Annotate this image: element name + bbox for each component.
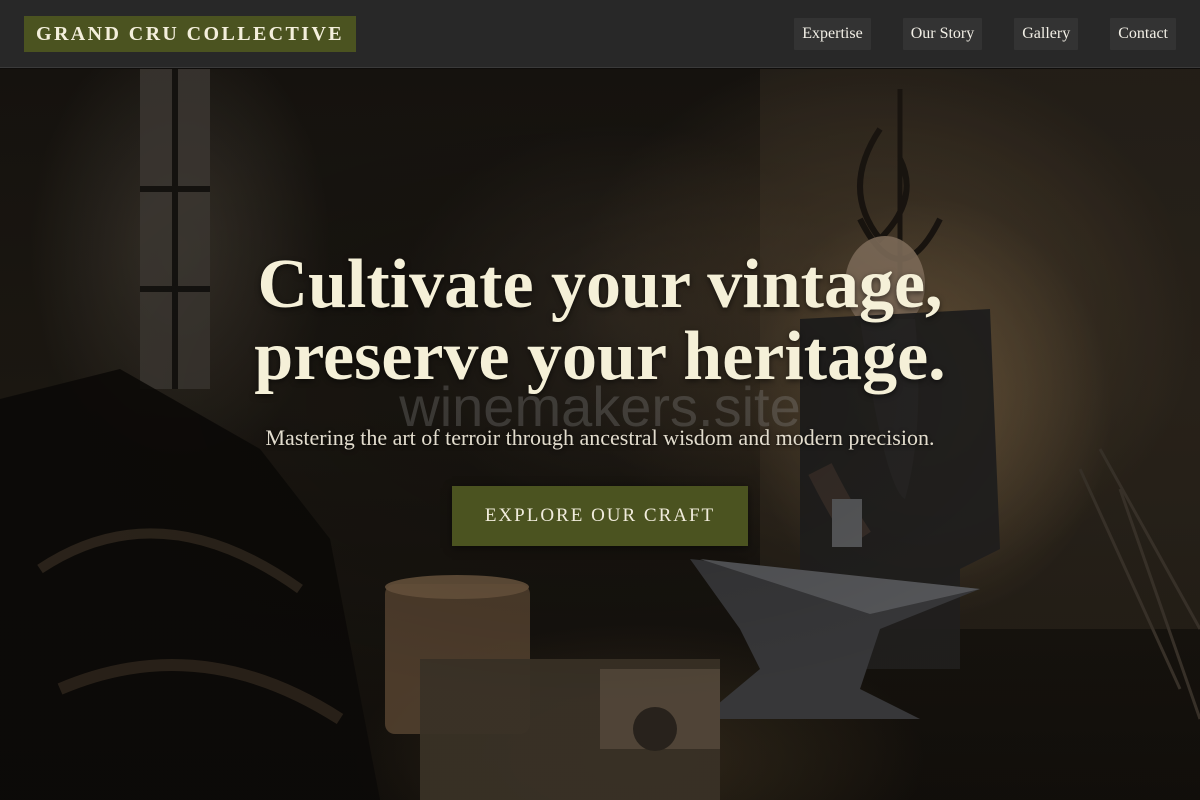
hero-subtitle: Mastering the art of terroir through anc…	[265, 425, 935, 450]
nav-link-expertise[interactable]: Expertise	[794, 18, 871, 50]
hero-title: Cultivate your vintage, preserve your he…	[100, 249, 1100, 393]
explore-craft-button[interactable]: EXPLORE OUR CRAFT	[452, 486, 748, 546]
page: GRAND CRU COLLECTIVE Expertise Our Story…	[0, 0, 1200, 800]
site-header: GRAND CRU COLLECTIVE Expertise Our Story…	[0, 0, 1200, 68]
main-nav: Expertise Our Story Gallery Contact	[794, 18, 1176, 50]
nav-link-our-story[interactable]: Our Story	[902, 18, 983, 50]
hero-title-line-1: Cultivate your vintage,	[257, 246, 943, 323]
hero-section: Cultivate your vintage, preserve your he…	[0, 69, 1200, 800]
nav-link-gallery[interactable]: Gallery	[1014, 18, 1079, 50]
nav-link-contact[interactable]: Contact	[1110, 18, 1176, 50]
site-logo[interactable]: GRAND CRU COLLECTIVE	[24, 16, 357, 52]
